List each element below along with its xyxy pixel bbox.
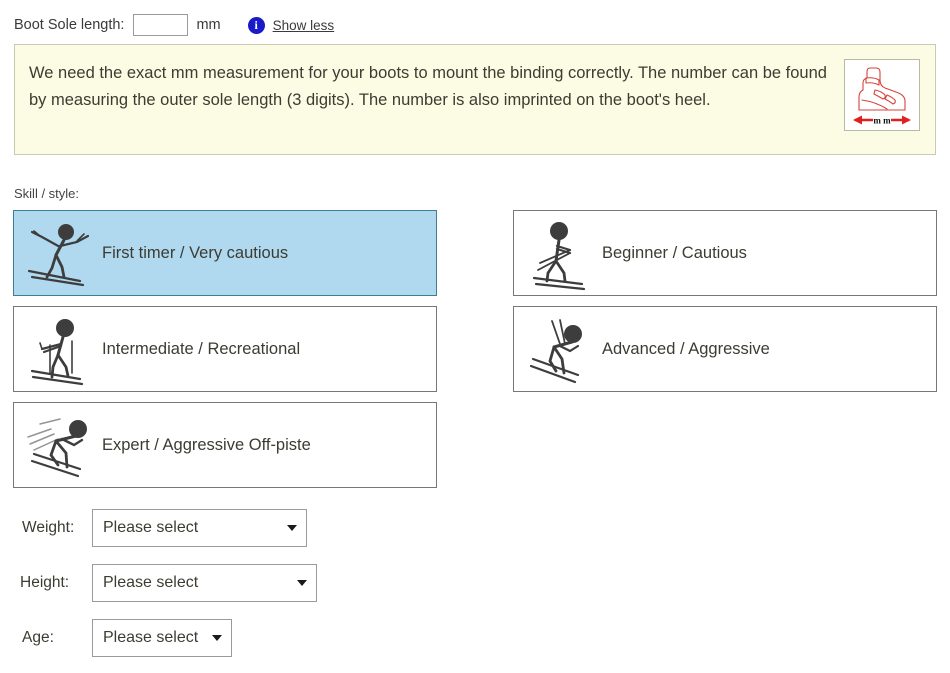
height-label: Height: [20,574,70,591]
age-select[interactable]: Please select [92,619,232,657]
boot-sole-info-text: We need the exact mm measurement for you… [29,64,827,110]
skier-first-timer-icon [18,213,98,293]
height-select[interactable]: Please select [92,564,317,602]
skill-option-first-timer[interactable]: First timer / Very cautious [13,210,437,296]
skier-expert-icon [18,405,98,485]
weight-field: Weight: Please select [22,509,307,547]
skill-option-label: Intermediate / Recreational [102,339,301,358]
chevron-down-icon [212,635,222,641]
skier-intermediate-icon [18,309,98,389]
boot-sole-length-row: Boot Sole length: mm i Show less [14,13,334,37]
mm-caption: m m [873,116,891,126]
skier-advanced-icon [518,309,598,389]
weight-select[interactable]: Please select [92,509,307,547]
info-icon[interactable]: i [247,16,265,34]
skier-beginner-icon [518,213,598,293]
skill-option-label: First timer / Very cautious [102,243,289,262]
skill-option-label: Advanced / Aggressive [602,339,770,358]
age-selected-value: Please select [103,629,199,646]
show-less-link[interactable]: Show less [273,18,335,33]
skill-style-label: Skill / style: [14,186,80,201]
skill-option-label: Expert / Aggressive Off-piste [102,435,311,454]
boot-sole-length-label: Boot Sole length: [14,17,125,33]
boot-sole-length-unit: mm [196,17,221,33]
skill-option-expert[interactable]: Expert / Aggressive Off-piste [13,402,437,488]
skill-option-beginner[interactable]: Beginner / Cautious [513,210,937,296]
age-label: Age: [22,629,54,646]
boot-sole-length-input[interactable] [133,14,189,36]
boot-sole-info-box: We need the exact mm measurement for you… [14,44,936,155]
skill-option-intermediate[interactable]: Intermediate / Recreational [13,306,437,392]
weight-selected-value: Please select [103,519,199,536]
age-field: Age: Please select [22,619,232,657]
chevron-down-icon [297,580,307,586]
height-field: Height: Please select [20,564,317,602]
height-selected-value: Please select [103,574,199,591]
weight-label: Weight: [22,519,75,536]
skill-option-label: Beginner / Cautious [602,243,747,262]
skill-option-advanced[interactable]: Advanced / Aggressive [513,306,937,392]
ski-boot-measurement-icon: m m [844,59,920,131]
chevron-down-icon [287,525,297,531]
